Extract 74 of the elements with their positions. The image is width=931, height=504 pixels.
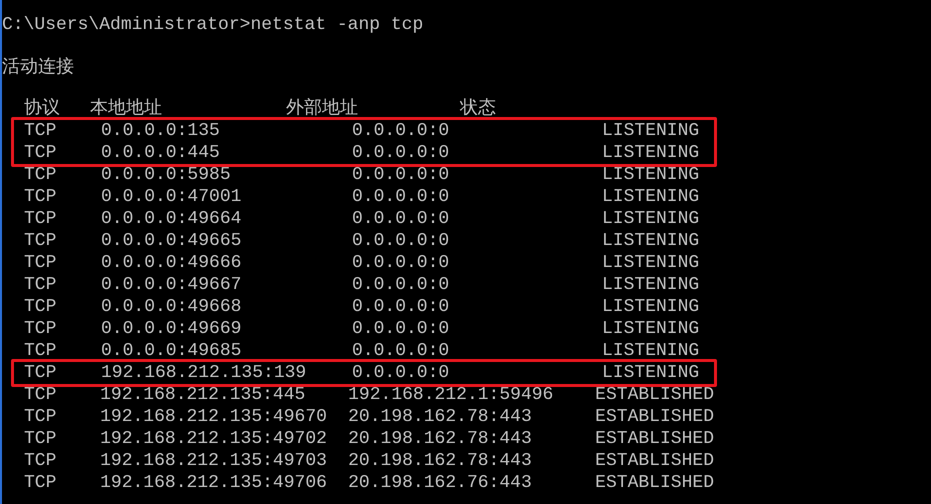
table-cell-text: 0.0.0.0:135	[101, 120, 221, 142]
table-cell-text: TCP	[24, 472, 58, 494]
table-cell-text: TCP	[24, 428, 58, 450]
command-line: C:\Users\Administrator>netstat -anp tcp	[2, 14, 424, 37]
table-cell-text: 0.0.0.0:0	[352, 164, 450, 186]
table-cell-text: 20.198.162.78:443	[348, 428, 533, 450]
table-cell-text: TCP	[24, 318, 58, 340]
table-cell-text: TCP	[24, 208, 58, 230]
table-cell-text: 0.0.0.0:0	[352, 142, 450, 164]
table-cell-text: 0.0.0.0:49665	[101, 230, 242, 252]
table-cell-text: 20.198.162.76:443	[348, 472, 533, 494]
table-cell: LISTENING	[602, 164, 700, 186]
column-header: 协议	[24, 96, 61, 120]
table-cell-text: 192.168.212.1:59496	[348, 384, 554, 406]
table-cell: LISTENING	[602, 186, 700, 208]
table-cell: ESTABLISHED	[595, 428, 714, 450]
table-cell-text: 0.0.0.0:0	[352, 274, 450, 296]
table-cell-text: 0.0.0.0:47001	[101, 186, 242, 208]
table-cell: LISTENING	[602, 318, 700, 340]
table-cell: LISTENING	[602, 274, 700, 296]
table-cell-text: 0.0.0.0:0	[352, 120, 450, 142]
table-cell-text: 0.0.0.0:445	[101, 142, 221, 164]
table-cell-text: 0.0.0.0:0	[352, 318, 450, 340]
table-cell-text: 0.0.0.0:49667	[101, 274, 242, 296]
table-cell-text: 0.0.0.0:0	[352, 362, 450, 384]
table-cell-text: 0.0.0.0:0	[352, 296, 450, 318]
table-cell-text: 0.0.0.0:49668	[101, 296, 242, 318]
table-cell-text: TCP	[24, 120, 58, 142]
table-cell: ESTABLISHED	[595, 384, 714, 406]
table-cell-text: 192.168.212.135:445	[100, 384, 306, 406]
table-cell-text: 0.0.0.0:49664	[101, 208, 242, 230]
table-cell: LISTENING	[602, 208, 700, 230]
table-cell-text: TCP	[24, 274, 58, 296]
column-header: 状态	[460, 96, 496, 120]
table-cell-text: 0.0.0.0:5985	[101, 164, 232, 186]
table-cell: LISTENING	[602, 296, 700, 318]
table-cell-text: 192.168.212.135:49670	[100, 406, 328, 428]
table-cell: ESTABLISHED	[595, 450, 714, 472]
table-cell-text: TCP	[24, 362, 58, 384]
table-cell: LISTENING	[602, 142, 700, 164]
table-cell-text: 0.0.0.0:49669	[101, 318, 242, 340]
table-cell: LISTENING	[602, 340, 700, 362]
table-cell-text: 192.168.212.135:49703	[100, 450, 328, 472]
table-cell-text: 20.198.162.78:443	[348, 450, 533, 472]
section-title: 活动连接	[2, 55, 75, 79]
table-cell-text: 0.0.0.0:0	[352, 208, 450, 230]
table-cell-text: 0.0.0.0:0	[352, 252, 450, 274]
column-header: 本地地址	[90, 96, 163, 120]
table-cell-text: TCP	[24, 252, 58, 274]
table-cell-text: TCP	[24, 340, 58, 362]
table-cell: LISTENING	[602, 120, 700, 142]
table-cell-text: TCP	[24, 142, 58, 164]
table-cell-text: 192.168.212.135:139	[101, 362, 308, 384]
table-cell-text: TCP	[24, 384, 58, 406]
table-cell: ESTABLISHED	[595, 472, 714, 494]
table-cell-text: 192.168.212.135:49706	[100, 472, 328, 494]
table-cell-text: 0.0.0.0:49685	[101, 340, 242, 362]
table-cell: LISTENING	[602, 230, 700, 252]
table-cell-text: 0.0.0.0:0	[352, 340, 450, 362]
table-cell-text: 0.0.0.0:0	[352, 230, 450, 252]
column-header: 外部地址	[286, 96, 359, 120]
table-cell: ESTABLISHED	[595, 406, 714, 428]
table-cell-text: TCP	[24, 186, 58, 208]
table-cell-text: TCP	[24, 450, 58, 472]
table-cell-text: 20.198.162.78:443	[348, 406, 533, 428]
table-cell-text: 192.168.212.135:49702	[100, 428, 328, 450]
table-cell-text: 0.0.0.0:49666	[101, 252, 242, 274]
table-cell-text: 0.0.0.0:0	[352, 186, 450, 208]
table-cell: LISTENING	[602, 252, 700, 274]
table-cell: LISTENING	[602, 362, 700, 384]
table-cell-text: TCP	[24, 164, 58, 186]
table-cell-text: TCP	[24, 230, 58, 252]
table-cell-text: TCP	[24, 296, 58, 318]
table-cell-text: TCP	[24, 406, 58, 428]
